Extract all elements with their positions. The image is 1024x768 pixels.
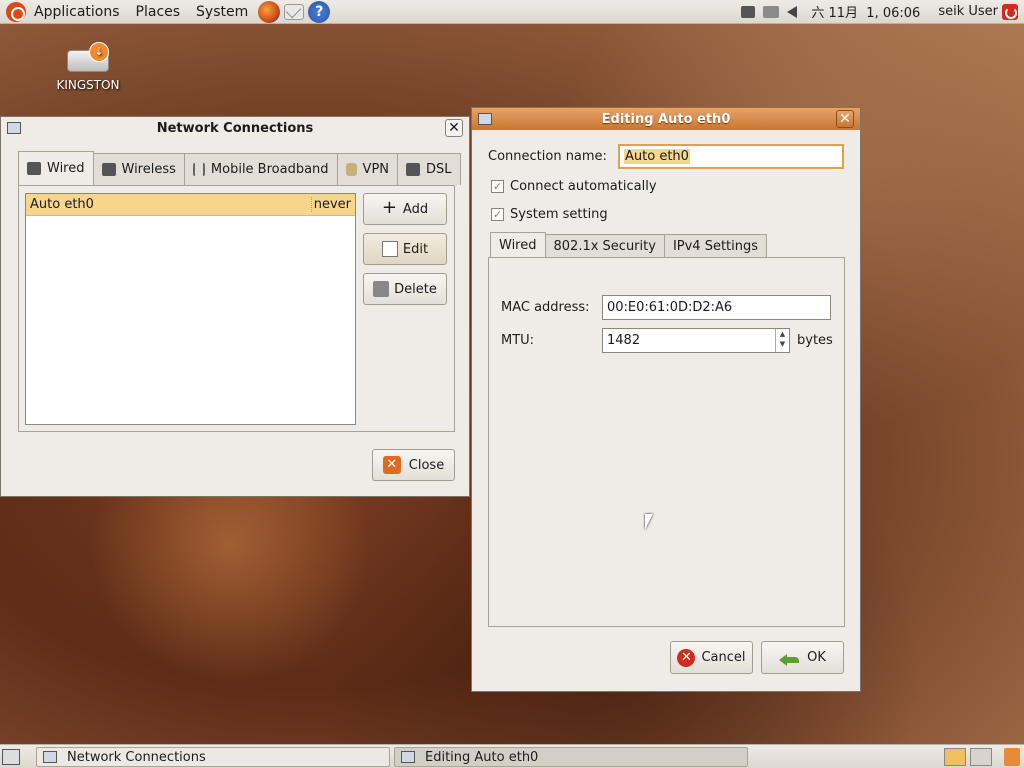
workspace-1[interactable] <box>944 748 966 766</box>
firefox-launcher-icon[interactable] <box>258 0 281 23</box>
connection-name: Auto eth0 <box>30 197 94 212</box>
connection-list[interactable]: Auto eth0 never <box>25 193 356 425</box>
bottom-panel: Network Connections Editing Auto eth0 <box>0 744 1024 768</box>
tab-dsl[interactable]: DSL <box>397 153 461 185</box>
desktop-icon-label: KINGSTON <box>56 78 120 92</box>
connection-name-input[interactable]: Auto eth0 <box>618 144 844 169</box>
menu-places[interactable]: Places <box>128 0 189 24</box>
window-icon <box>401 751 415 763</box>
editing-connection-window: Editing Auto eth0 ✕ Connection name: Aut… <box>471 107 861 692</box>
menu-system[interactable]: System <box>188 0 256 24</box>
network-wireless-icon <box>101 163 116 176</box>
cancel-icon: ✕ <box>677 648 696 667</box>
clock[interactable]: 六 11月 1, 06:06 <box>801 2 930 21</box>
window-title: Editing Auto eth0 <box>601 111 731 127</box>
help-launcher-icon[interactable]: ? <box>308 0 331 23</box>
mail-launcher-icon[interactable] <box>284 3 305 20</box>
tab-wired[interactable]: Wired <box>18 151 94 185</box>
trash-icon[interactable] <box>1004 748 1020 766</box>
settings-tabs: Wired 802.1x Security IPv4 Settings <box>490 232 768 258</box>
list-item[interactable]: Auto eth0 never <box>26 194 355 216</box>
window-title: Network Connections <box>156 120 314 136</box>
window-icon <box>478 113 492 125</box>
mouse-cursor <box>645 514 653 530</box>
tab-mobile-broadband[interactable]: Mobile Broadband <box>183 153 338 185</box>
title-bar[interactable]: Editing Auto eth0 ✕ <box>472 108 860 130</box>
window-icon <box>7 122 21 134</box>
connect-automatically-checkbox[interactable]: ✓ <box>491 180 504 193</box>
antenna-icon <box>192 163 205 176</box>
network-connections-window: Network Connections ✕ Wired Wireless Mob… <box>0 116 470 497</box>
cancel-button[interactable]: ✕ Cancel <box>670 641 753 674</box>
edit-button[interactable]: Edit <box>363 233 447 265</box>
ubuntu-logo-icon[interactable] <box>6 1 26 22</box>
mtu-value: 1482 <box>607 333 641 348</box>
spin-arrows-icon[interactable]: ▲ ▼ <box>775 329 789 352</box>
workspace-2[interactable] <box>970 748 992 766</box>
taskbar-item-editing-auto-eth0[interactable]: Editing Auto eth0 <box>394 747 748 767</box>
usb-drive-icon: ⇣ <box>67 42 109 72</box>
connection-last-used: never <box>311 197 355 212</box>
tab-wireless[interactable]: Wireless <box>92 153 185 185</box>
network-status-icon[interactable] <box>741 5 756 18</box>
ok-arrow-icon <box>779 650 800 666</box>
edit-icon <box>381 241 398 257</box>
mtu-stepper[interactable]: 1482 ▲ ▼ <box>602 328 790 353</box>
network-wired-icon <box>27 162 41 175</box>
ok-button[interactable]: OK <box>761 641 844 674</box>
connection-name-label: Connection name: <box>488 149 607 164</box>
connect-automatically-label: Connect automatically <box>510 179 657 194</box>
power-icon[interactable] <box>1002 3 1018 20</box>
mtu-unit: bytes <box>797 333 833 348</box>
tab-vpn[interactable]: VPN <box>336 153 399 185</box>
printer-icon[interactable] <box>763 5 780 18</box>
mtu-label: MTU: <box>501 333 535 348</box>
network-dsl-icon <box>406 163 421 176</box>
menu-applications[interactable]: Applications <box>26 0 128 24</box>
system-tray: 六 11月 1, 06:06 seik User <box>737 0 1024 24</box>
tab-8021x-security[interactable]: 802.1x Security <box>544 234 665 258</box>
desktop-icon-kingston[interactable]: ⇣ KINGSTON <box>48 42 128 92</box>
system-setting-label: System setting <box>510 207 608 222</box>
mac-address-label: MAC address: <box>501 300 590 315</box>
system-setting-checkbox[interactable]: ✓ <box>491 208 504 221</box>
title-bar[interactable]: Network Connections ✕ <box>1 117 469 139</box>
delete-button[interactable]: Delete <box>363 273 447 305</box>
top-panel: Applications Places System ? 六 11月 1, 06… <box>0 0 1024 24</box>
window-icon <box>43 751 57 763</box>
tab-wired[interactable]: Wired <box>490 232 546 258</box>
add-button[interactable]: + Add <box>363 193 447 225</box>
show-desktop-icon[interactable] <box>2 749 20 765</box>
close-button[interactable]: ✕ Close <box>372 449 455 481</box>
trash-icon <box>373 281 390 297</box>
close-window-icon: ✕ <box>382 456 401 474</box>
user-switcher[interactable]: seik User <box>930 4 1002 19</box>
lock-icon <box>345 163 357 176</box>
volume-icon[interactable] <box>787 5 798 18</box>
mac-address-input[interactable]: 00:E0:61:0D:D2:A6 <box>602 295 831 320</box>
plus-icon: + <box>381 197 397 218</box>
connection-type-tabs: Wired Wireless Mobile Broadband VPN DSL <box>18 151 461 185</box>
close-icon[interactable]: ✕ <box>836 110 854 128</box>
tab-ipv4-settings[interactable]: IPv4 Settings <box>663 234 768 258</box>
close-icon[interactable]: ✕ <box>445 119 463 137</box>
taskbar-item-network-connections[interactable]: Network Connections <box>36 747 390 767</box>
